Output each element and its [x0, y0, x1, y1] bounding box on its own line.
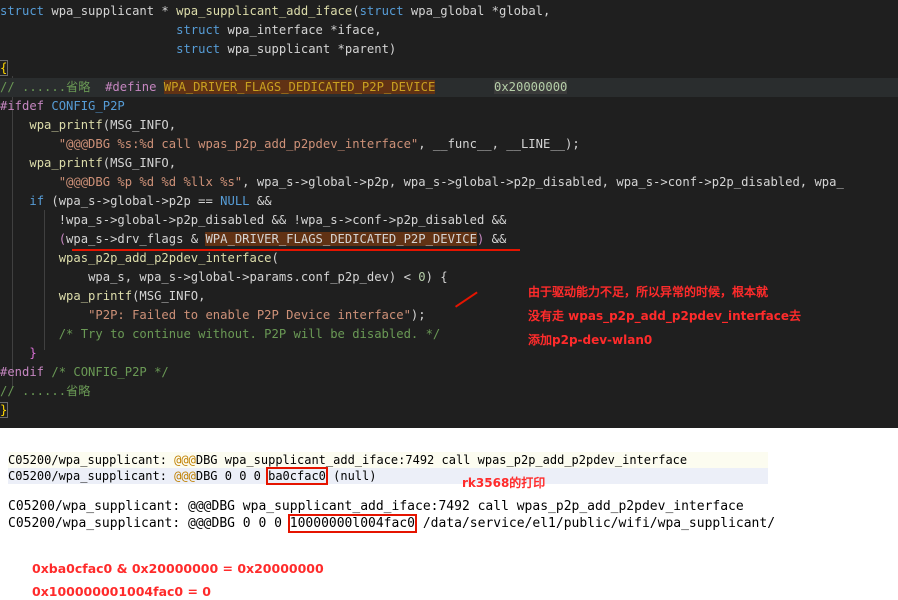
- code-line-4: {: [0, 60, 9, 76]
- code-line-13: (wpa_s->drv_flags & WPA_DRIVER_FLAGS_DED…: [58, 232, 507, 246]
- rk3568-label: rk3568的打印: [462, 476, 546, 490]
- code-line-9: wpa_printf(MSG_INFO,: [29, 156, 177, 170]
- annotation-line-2: 没有走 wpas_p2p_add_p2pdev_interface去: [528, 309, 802, 323]
- code-line-6: #ifdef CONFIG_P2P: [0, 99, 125, 113]
- calc-line-1: 0xba0cfac0 & 0x20000000 = 0x20000000: [32, 561, 324, 576]
- code-line-7: wpa_printf(MSG_INFO,: [29, 118, 177, 132]
- boxed-value: ba0cfac0: [266, 467, 328, 485]
- log-line-3: C05200/wpa_supplicant: @@@DBG wpa_suppli…: [8, 499, 744, 514]
- log-line-4: C05200/wpa_supplicant: @@@DBG 0 0 0 1000…: [8, 514, 776, 533]
- annotation-line-3: 添加p2p-dev-wlan0: [528, 333, 653, 347]
- red-underline-annotation: [72, 249, 520, 251]
- code-line-3: struct wpa_supplicant *parent): [176, 42, 397, 56]
- code-line-14: wpas_p2p_add_p2pdev_interface(: [58, 251, 279, 265]
- code-line-5: // ......省略 #define WPA_DRIVER_FLAGS_DED…: [0, 78, 898, 97]
- code-line-1: struct​ wpa_supplicant * wpa_supplicant_…: [0, 4, 551, 18]
- code-editor: struct​ wpa_supplicant * wpa_supplicant_…: [0, 0, 898, 428]
- code-line-2: struct wpa_interface *iface,: [176, 23, 382, 37]
- calc-line-2: 0x100000001004fac0 = 0: [32, 584, 211, 599]
- code-line-11: if (wpa_s->global->p2p == NULL &&: [29, 194, 272, 208]
- code-line-20: #endif /* CONFIG_P2P */: [0, 365, 169, 379]
- driver-annotation: 由于驱动能力不足，所以异常的时候，根本就 没有走 wpas_p2p_add_p2…: [528, 280, 888, 352]
- code-line-8: "@@@DBG %s:%d call wpas_p2p_add_p2pdev_i…: [58, 137, 580, 151]
- code-line-10: "@@@DBG %p %d %d %llx %s", wpa_s->global…: [58, 175, 844, 189]
- annotation-line-1: 由于驱动能力不足，所以异常的时候，根本就: [528, 285, 769, 299]
- code-line-21: // ......省略: [0, 384, 91, 398]
- log-line-2: C05200/wpa_supplicant: @@@DBG 0 0 0 ba0c…: [8, 467, 768, 485]
- boxed-value: 10000000l004fac0: [287, 514, 418, 533]
- log-line-1: C05200/wpa_supplicant: @@@DBG wpa_suppli…: [8, 452, 768, 468]
- code-line-12: !wpa_s->global->p2p_disabled && !wpa_s->…: [58, 213, 507, 227]
- code-line-22: }: [0, 402, 9, 418]
